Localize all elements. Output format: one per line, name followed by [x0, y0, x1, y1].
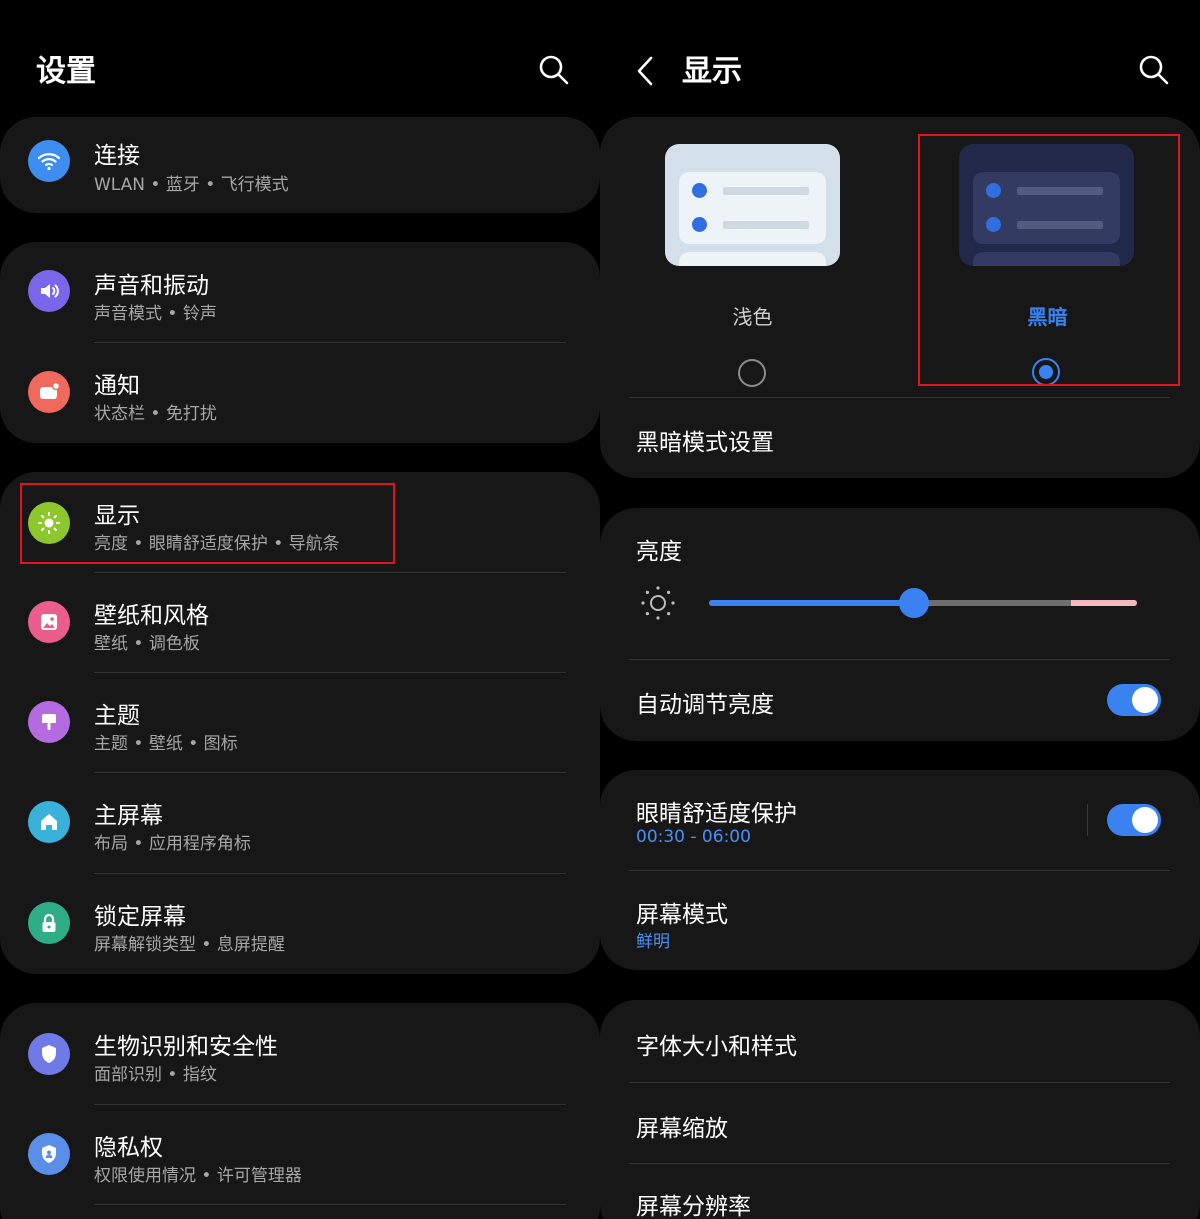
font-size-style-item[interactable]: 字体大小和样式	[636, 1027, 797, 1061]
privacy-shield-icon	[28, 1133, 70, 1175]
item-subtitle: 屏幕解锁类型 • 息屏提醒	[94, 935, 285, 955]
item-title: 连接	[94, 143, 140, 169]
settings-item-lock-screen[interactable]: 锁定屏幕 屏幕解锁类型 • 息屏提醒	[0, 873, 600, 973]
wifi-icon	[28, 140, 70, 182]
item-title: 壁纸和风格	[94, 603, 209, 629]
lock-icon	[28, 902, 70, 944]
settings-item-notifications[interactable]: 通知 状态栏 • 免打扰	[0, 342, 600, 442]
light-theme-option[interactable]: 浅色	[660, 137, 845, 387]
settings-item-sound[interactable]: 声音和振动 声音模式 • 铃声	[0, 242, 600, 342]
dark-theme-preview	[959, 144, 1134, 266]
light-theme-preview	[665, 144, 840, 266]
dark-mode-settings-item[interactable]: 黑暗模式设置	[636, 423, 774, 457]
display-panel: 显示 浅色 黑暗 黑暗模式设置 亮度 自动调节亮度 眼睛舒适度保护 00:30 …	[600, 0, 1200, 1219]
item-subtitle: WLAN • 蓝牙 • 飞行模式	[94, 175, 289, 195]
screen-mode-value: 鲜明	[636, 932, 670, 952]
theme-mode-card: 浅色 黑暗 黑暗模式设置	[600, 117, 1200, 478]
brightness-card: 亮度 自动调节亮度	[600, 508, 1200, 741]
back-arrow-icon[interactable]	[634, 55, 656, 87]
item-subtitle: 声音模式 • 铃声	[94, 304, 217, 324]
item-title: 隐私权	[94, 1135, 163, 1161]
auto-brightness-label: 自动调节亮度	[636, 692, 774, 718]
item-title: 锁定屏幕	[94, 904, 186, 930]
slider-fill	[709, 600, 914, 606]
brightness-icon	[28, 502, 70, 544]
divider	[94, 1204, 566, 1205]
settings-item-privacy[interactable]: 隐私权 权限使用情况 • 许可管理器	[0, 1104, 600, 1204]
divider	[629, 1163, 1170, 1164]
item-title: 生物识别和安全性	[94, 1034, 278, 1060]
slider-high-zone	[1071, 600, 1137, 606]
auto-brightness-toggle[interactable]	[1107, 684, 1161, 716]
sound-notification-card: 声音和振动 声音模式 • 铃声 通知 状态栏 • 免打扰	[0, 242, 600, 443]
item-title: 显示	[94, 503, 140, 529]
screen-mode-label[interactable]: 屏幕模式	[636, 895, 728, 929]
eye-comfort-toggle[interactable]	[1107, 804, 1161, 836]
settings-panel: 设置 连接 WLAN • 蓝牙 • 飞行模式 声音和振动 声音模式 • 铃声 通…	[0, 0, 600, 1219]
item-subtitle: 权限使用情况 • 许可管理器	[94, 1166, 302, 1186]
shield-icon	[28, 1033, 70, 1075]
settings-item-home-screen[interactable]: 主屏幕 布局 • 应用程序角标	[0, 772, 600, 872]
settings-item-wallpaper[interactable]: 壁纸和风格 壁纸 • 调色板	[0, 572, 600, 672]
item-subtitle: 面部识别 • 指纹	[94, 1065, 217, 1085]
divider	[629, 397, 1170, 398]
screen-zoom-item[interactable]: 屏幕缩放	[636, 1109, 728, 1143]
notification-icon	[28, 371, 70, 413]
item-subtitle: 状态栏 • 免打扰	[94, 404, 217, 424]
settings-item-biometrics-security[interactable]: 生物识别和安全性 面部识别 • 指纹	[0, 1003, 600, 1103]
font-zoom-card: 字体大小和样式 屏幕缩放 屏幕分辨率	[600, 1000, 1200, 1219]
sun-icon	[641, 586, 675, 620]
connections-card: 连接 WLAN • 蓝牙 • 飞行模式	[0, 117, 600, 213]
dark-theme-label: 黑暗	[1027, 305, 1068, 329]
search-icon[interactable]	[538, 54, 570, 86]
display-personalization-card: 显示 亮度 • 眼睛舒适度保护 • 导航条 壁纸和风格 壁纸 • 调色板 主题 …	[0, 472, 600, 974]
item-title: 声音和振动	[94, 273, 209, 299]
light-theme-label: 浅色	[732, 305, 773, 329]
page-title: 设置	[36, 54, 96, 89]
divider	[629, 1082, 1170, 1083]
volume-icon	[28, 270, 70, 312]
eye-comfort-card: 眼睛舒适度保护 00:30 - 06:00 屏幕模式 鲜明	[600, 770, 1200, 970]
divider	[629, 659, 1170, 660]
home-icon	[28, 801, 70, 843]
screen-resolution-item[interactable]: 屏幕分辨率	[636, 1187, 751, 1219]
settings-item-connections[interactable]: 连接 WLAN • 蓝牙 • 飞行模式	[0, 117, 600, 213]
brightness-slider[interactable]	[709, 588, 1137, 618]
dark-theme-option[interactable]: 黑暗	[955, 137, 1140, 387]
dark-theme-radio[interactable]	[1032, 358, 1060, 386]
search-icon[interactable]	[1138, 54, 1170, 86]
item-subtitle: 壁纸 • 调色板	[94, 634, 200, 654]
divider	[629, 870, 1170, 871]
eye-comfort-schedule: 00:30 - 06:00	[636, 827, 751, 847]
page-title: 显示	[682, 54, 742, 89]
item-subtitle: 主题 • 壁纸 • 图标	[94, 734, 238, 754]
vertical-divider	[1087, 804, 1088, 836]
item-title: 主屏幕	[94, 803, 163, 829]
item-subtitle: 亮度 • 眼睛舒适度保护 • 导航条	[94, 534, 340, 554]
brightness-label: 亮度	[636, 539, 682, 565]
settings-item-display[interactable]: 显示 亮度 • 眼睛舒适度保护 • 导航条	[0, 472, 600, 572]
item-subtitle: 布局 • 应用程序角标	[94, 834, 251, 854]
item-title: 通知	[94, 373, 140, 399]
security-privacy-card: 生物识别和安全性 面部识别 • 指纹 隐私权 权限使用情况 • 许可管理器	[0, 1003, 600, 1219]
theme-brush-icon	[28, 701, 70, 743]
wallpaper-icon	[28, 601, 70, 643]
light-theme-radio[interactable]	[738, 359, 766, 387]
eye-comfort-label[interactable]: 眼睛舒适度保护	[636, 794, 797, 828]
slider-thumb[interactable]	[899, 588, 929, 618]
settings-item-themes[interactable]: 主题 主题 • 壁纸 • 图标	[0, 672, 600, 772]
item-title: 主题	[94, 703, 140, 729]
